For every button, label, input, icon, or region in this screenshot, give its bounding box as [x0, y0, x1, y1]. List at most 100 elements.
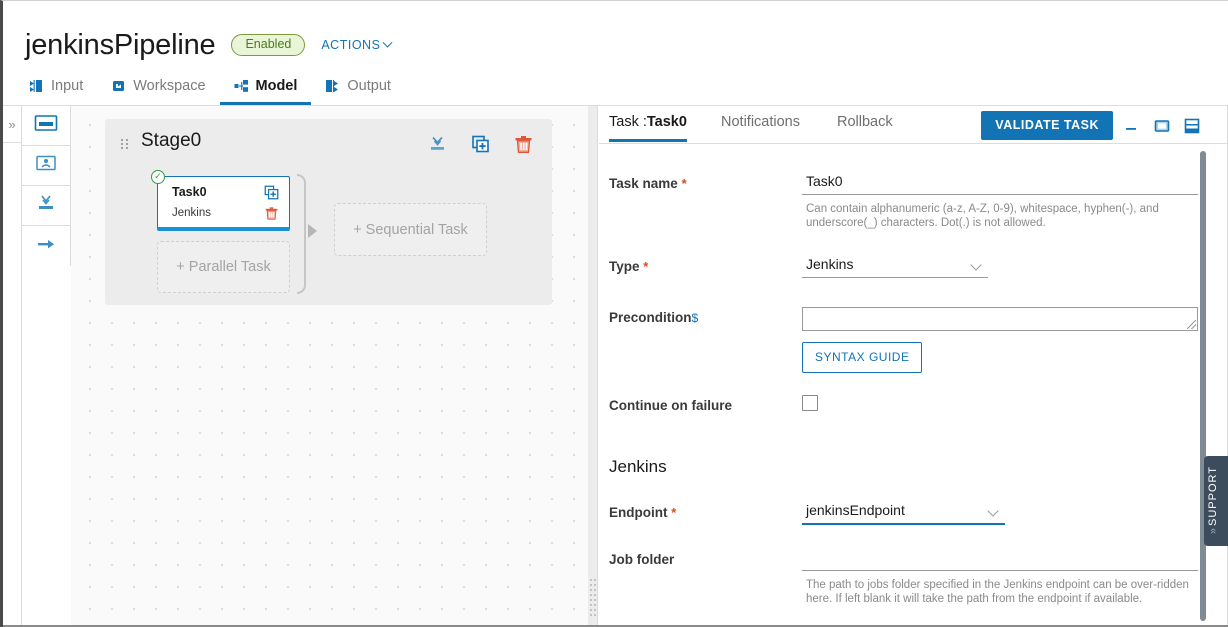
- stage-header: Stage0: [105, 119, 552, 169]
- type-select[interactable]: Jenkins: [802, 256, 988, 278]
- tab-notifications[interactable]: Notifications: [721, 114, 800, 139]
- endpoint-select[interactable]: jenkinsEndpoint: [802, 502, 1005, 525]
- task-name-helper: Can contain alphanumeric (a-z, A-Z, 0-9)…: [806, 203, 1159, 229]
- page-title: jenkinsPipeline: [25, 29, 216, 61]
- tab-task-prefix: Task :: [609, 114, 647, 130]
- job-folder-helper: The path to jobs folder specified in the…: [806, 579, 1189, 605]
- section-jenkins: Jenkins: [609, 457, 1198, 477]
- field-precondition: Precondition$ SYNTAX GUIDE: [609, 307, 1198, 373]
- page-header: jenkinsPipeline Enabled ACTIONS Input Wo…: [3, 1, 1228, 106]
- palette-item-task[interactable]: [22, 146, 70, 186]
- field-endpoint: Endpoint * jenkinsEndpoint: [609, 502, 1198, 525]
- continue-on-failure-label: Continue on failure: [609, 398, 732, 413]
- drag-handle-icon[interactable]: [121, 139, 129, 150]
- duplicate-task-icon[interactable]: [264, 185, 279, 200]
- tab-label: Output: [347, 78, 391, 94]
- support-label: SUPPORT: [1207, 466, 1219, 526]
- endpoint-label: Endpoint *: [609, 505, 677, 520]
- type-label: Type *: [609, 259, 649, 274]
- precondition-textarea[interactable]: [802, 307, 1198, 331]
- chevron-down-icon: [987, 505, 999, 517]
- actions-menu-button[interactable]: ACTIONS: [321, 37, 393, 52]
- stage-toolbar: [427, 134, 534, 155]
- panel-scrollbar[interactable]: [1200, 151, 1206, 621]
- field-continue-on-failure: Continue on failure: [609, 395, 1198, 413]
- tool-palette: [22, 106, 71, 266]
- duplicate-stage-icon[interactable]: [470, 134, 491, 155]
- task-card-task0[interactable]: ✓ Task0 Jenkins: [151, 170, 290, 231]
- title-row: jenkinsPipeline Enabled ACTIONS: [25, 27, 393, 63]
- chevron-down-icon: [970, 259, 982, 271]
- chevrons-left-icon: «: [1207, 527, 1220, 535]
- stage-name: Stage0: [141, 130, 202, 151]
- task-detail-panel: Task :Task0 Notifications Rollback VALID…: [599, 106, 1228, 627]
- stage-container[interactable]: Stage0 ✓ Task0 Jenkins + Parallel Task +…: [105, 119, 552, 305]
- model-icon: [234, 79, 249, 93]
- vrealize-pipeline-editor: jenkinsPipeline Enabled ACTIONS Input Wo…: [0, 0, 1228, 627]
- resize-grip-icon[interactable]: [1187, 320, 1196, 329]
- syntax-guide-button[interactable]: SYNTAX GUIDE: [802, 342, 923, 373]
- section-title: Jenkins: [609, 457, 667, 476]
- required-marker: *: [643, 259, 649, 274]
- continue-on-failure-checkbox[interactable]: [802, 395, 818, 411]
- field-job-folder: Job folder The path to jobs folder speci…: [609, 549, 1198, 606]
- maximize-icon[interactable]: [1153, 118, 1171, 134]
- tab-model[interactable]: Model: [219, 75, 312, 105]
- add-sequential-task-button[interactable]: + Sequential Task: [334, 203, 487, 256]
- task-card-type: Jenkins: [172, 207, 211, 219]
- endpoint-value: jenkinsEndpoint: [806, 502, 905, 518]
- tab-task[interactable]: Task :Task0: [609, 114, 687, 142]
- task-card-title: Task0: [172, 185, 207, 199]
- panel-resizer[interactable]: [588, 106, 598, 627]
- input-icon: [29, 79, 44, 93]
- delete-stage-icon[interactable]: [513, 134, 534, 155]
- tab-label: Workspace: [133, 78, 206, 94]
- chevron-down-icon: [382, 37, 393, 48]
- workspace-icon: [111, 79, 126, 93]
- gate-tool-icon: [34, 194, 58, 217]
- main-tabs: Input Workspace Model Output: [25, 75, 405, 105]
- task-form: Task name * Can contain alphanumeric (a-…: [599, 144, 1228, 627]
- job-folder-input[interactable]: [802, 549, 1198, 571]
- tab-input[interactable]: Input: [25, 75, 97, 105]
- output-icon: [325, 79, 340, 93]
- panel-tabbar: Task :Task0 Notifications Rollback VALID…: [599, 106, 1228, 144]
- collapse-panel-button[interactable]: »: [3, 106, 22, 143]
- job-folder-label: Job folder: [609, 552, 675, 567]
- collapse-stage-icon[interactable]: [427, 134, 448, 155]
- add-parallel-task-button[interactable]: + Parallel Task: [157, 241, 290, 293]
- split-view-icon[interactable]: [1183, 118, 1201, 134]
- palette-item-arrow[interactable]: [22, 226, 70, 266]
- field-type: Type * Jenkins: [609, 256, 1198, 278]
- palette-item-stage[interactable]: [22, 106, 70, 146]
- required-marker: *: [681, 176, 687, 191]
- pipeline-canvas[interactable]: Stage0 ✓ Task0 Jenkins + Parallel Task +…: [71, 106, 588, 627]
- task-name-label: Task name *: [609, 176, 687, 191]
- actions-label: ACTIONS: [321, 38, 381, 52]
- tab-label: Input: [51, 78, 84, 94]
- type-value: Jenkins: [806, 256, 854, 272]
- status-badge: Enabled: [231, 34, 306, 56]
- tab-task-name: Task0: [646, 114, 687, 130]
- precondition-label: Precondition$: [609, 310, 699, 325]
- minimize-icon[interactable]: [1122, 118, 1140, 134]
- field-task-name: Task name * Can contain alphanumeric (a-…: [609, 173, 1198, 230]
- stage-tool-icon: [34, 114, 58, 137]
- task-tool-icon: [34, 154, 58, 177]
- required-marker: *: [671, 505, 677, 520]
- left-rail-strip: [3, 143, 22, 627]
- palette-item-gate[interactable]: [22, 186, 70, 226]
- delete-task-icon[interactable]: [264, 206, 279, 221]
- tab-label: Model: [255, 78, 298, 94]
- tab-workspace[interactable]: Workspace: [97, 75, 219, 105]
- check-circle-icon: ✓: [151, 170, 165, 184]
- support-tab[interactable]: SUPPORT «: [1204, 456, 1228, 546]
- resize-grip-icon: [590, 579, 596, 619]
- validate-task-button[interactable]: VALIDATE TASK: [981, 111, 1113, 140]
- tab-rollback[interactable]: Rollback: [837, 114, 893, 139]
- task-name-input[interactable]: [802, 173, 1198, 195]
- chevrons-right-icon: »: [8, 116, 16, 132]
- flow-brace: [297, 174, 306, 294]
- arrow-tool-icon: [34, 235, 58, 258]
- tab-output[interactable]: Output: [311, 75, 405, 105]
